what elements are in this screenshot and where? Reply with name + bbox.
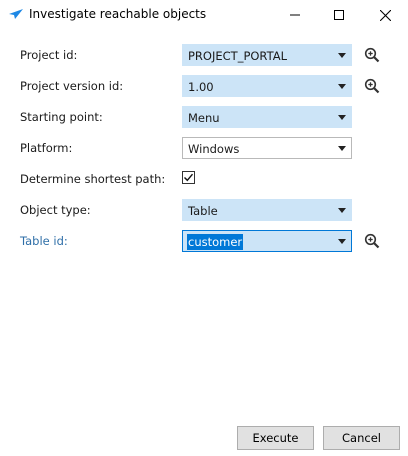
object-type-value: Table: [188, 204, 218, 218]
zoom-in-icon[interactable]: [364, 47, 380, 63]
zoom-in-icon[interactable]: [364, 78, 380, 94]
project-version-id-row: Project version id: 1.00: [0, 75, 408, 97]
project-version-id-dropdown[interactable]: 1.00: [182, 75, 352, 97]
chevron-down-icon: [338, 208, 346, 213]
starting-point-row: Starting point: Menu: [0, 106, 408, 128]
platform-label: Platform:: [20, 141, 73, 155]
execute-button[interactable]: Execute: [237, 426, 314, 450]
project-version-id-value: 1.00: [188, 80, 214, 94]
chevron-down-icon: [338, 115, 346, 120]
paper-plane-icon: [9, 9, 23, 19]
starting-point-dropdown[interactable]: Menu: [182, 106, 352, 128]
platform-dropdown[interactable]: Windows: [182, 137, 352, 159]
project-id-dropdown[interactable]: PROJECT_PORTAL: [182, 44, 352, 66]
title-bar: Investigate reachable objects: [0, 0, 408, 30]
shortest-path-row: Determine shortest path:: [0, 168, 408, 190]
chevron-down-icon: [338, 53, 346, 58]
starting-point-value: Menu: [188, 111, 220, 125]
close-icon: [379, 9, 391, 21]
table-id-row: Table id: customer: [0, 230, 408, 252]
minimize-button[interactable]: [272, 0, 318, 30]
window-title: Investigate reachable objects: [29, 7, 207, 21]
object-type-label: Object type:: [20, 203, 91, 217]
table-id-dropdown[interactable]: customer: [182, 230, 352, 252]
object-type-dropdown[interactable]: Table: [182, 199, 352, 221]
maximize-icon: [334, 10, 344, 20]
shortest-path-checkbox[interactable]: [182, 171, 195, 184]
cancel-button[interactable]: Cancel: [323, 426, 400, 450]
close-button[interactable]: [362, 0, 408, 30]
maximize-button[interactable]: [316, 0, 362, 30]
zoom-in-icon[interactable]: [364, 233, 380, 249]
chevron-down-icon: [338, 239, 346, 244]
checkmark-icon: [184, 173, 194, 182]
chevron-down-icon: [338, 146, 346, 151]
chevron-down-icon: [338, 84, 346, 89]
table-id-value[interactable]: customer: [187, 234, 244, 250]
starting-point-label: Starting point:: [20, 110, 103, 124]
project-version-id-label: Project version id:: [20, 79, 124, 93]
platform-row: Platform: Windows: [0, 137, 408, 159]
table-id-label: Table id:: [20, 234, 68, 248]
platform-value: Windows: [188, 142, 240, 156]
shortest-path-label: Determine shortest path:: [20, 172, 166, 186]
object-type-row: Object type: Table: [0, 199, 408, 221]
project-id-row: Project id: PROJECT_PORTAL: [0, 44, 408, 66]
project-id-label: Project id:: [20, 48, 78, 62]
minimize-icon: [290, 14, 300, 16]
project-id-value: PROJECT_PORTAL: [188, 49, 287, 63]
